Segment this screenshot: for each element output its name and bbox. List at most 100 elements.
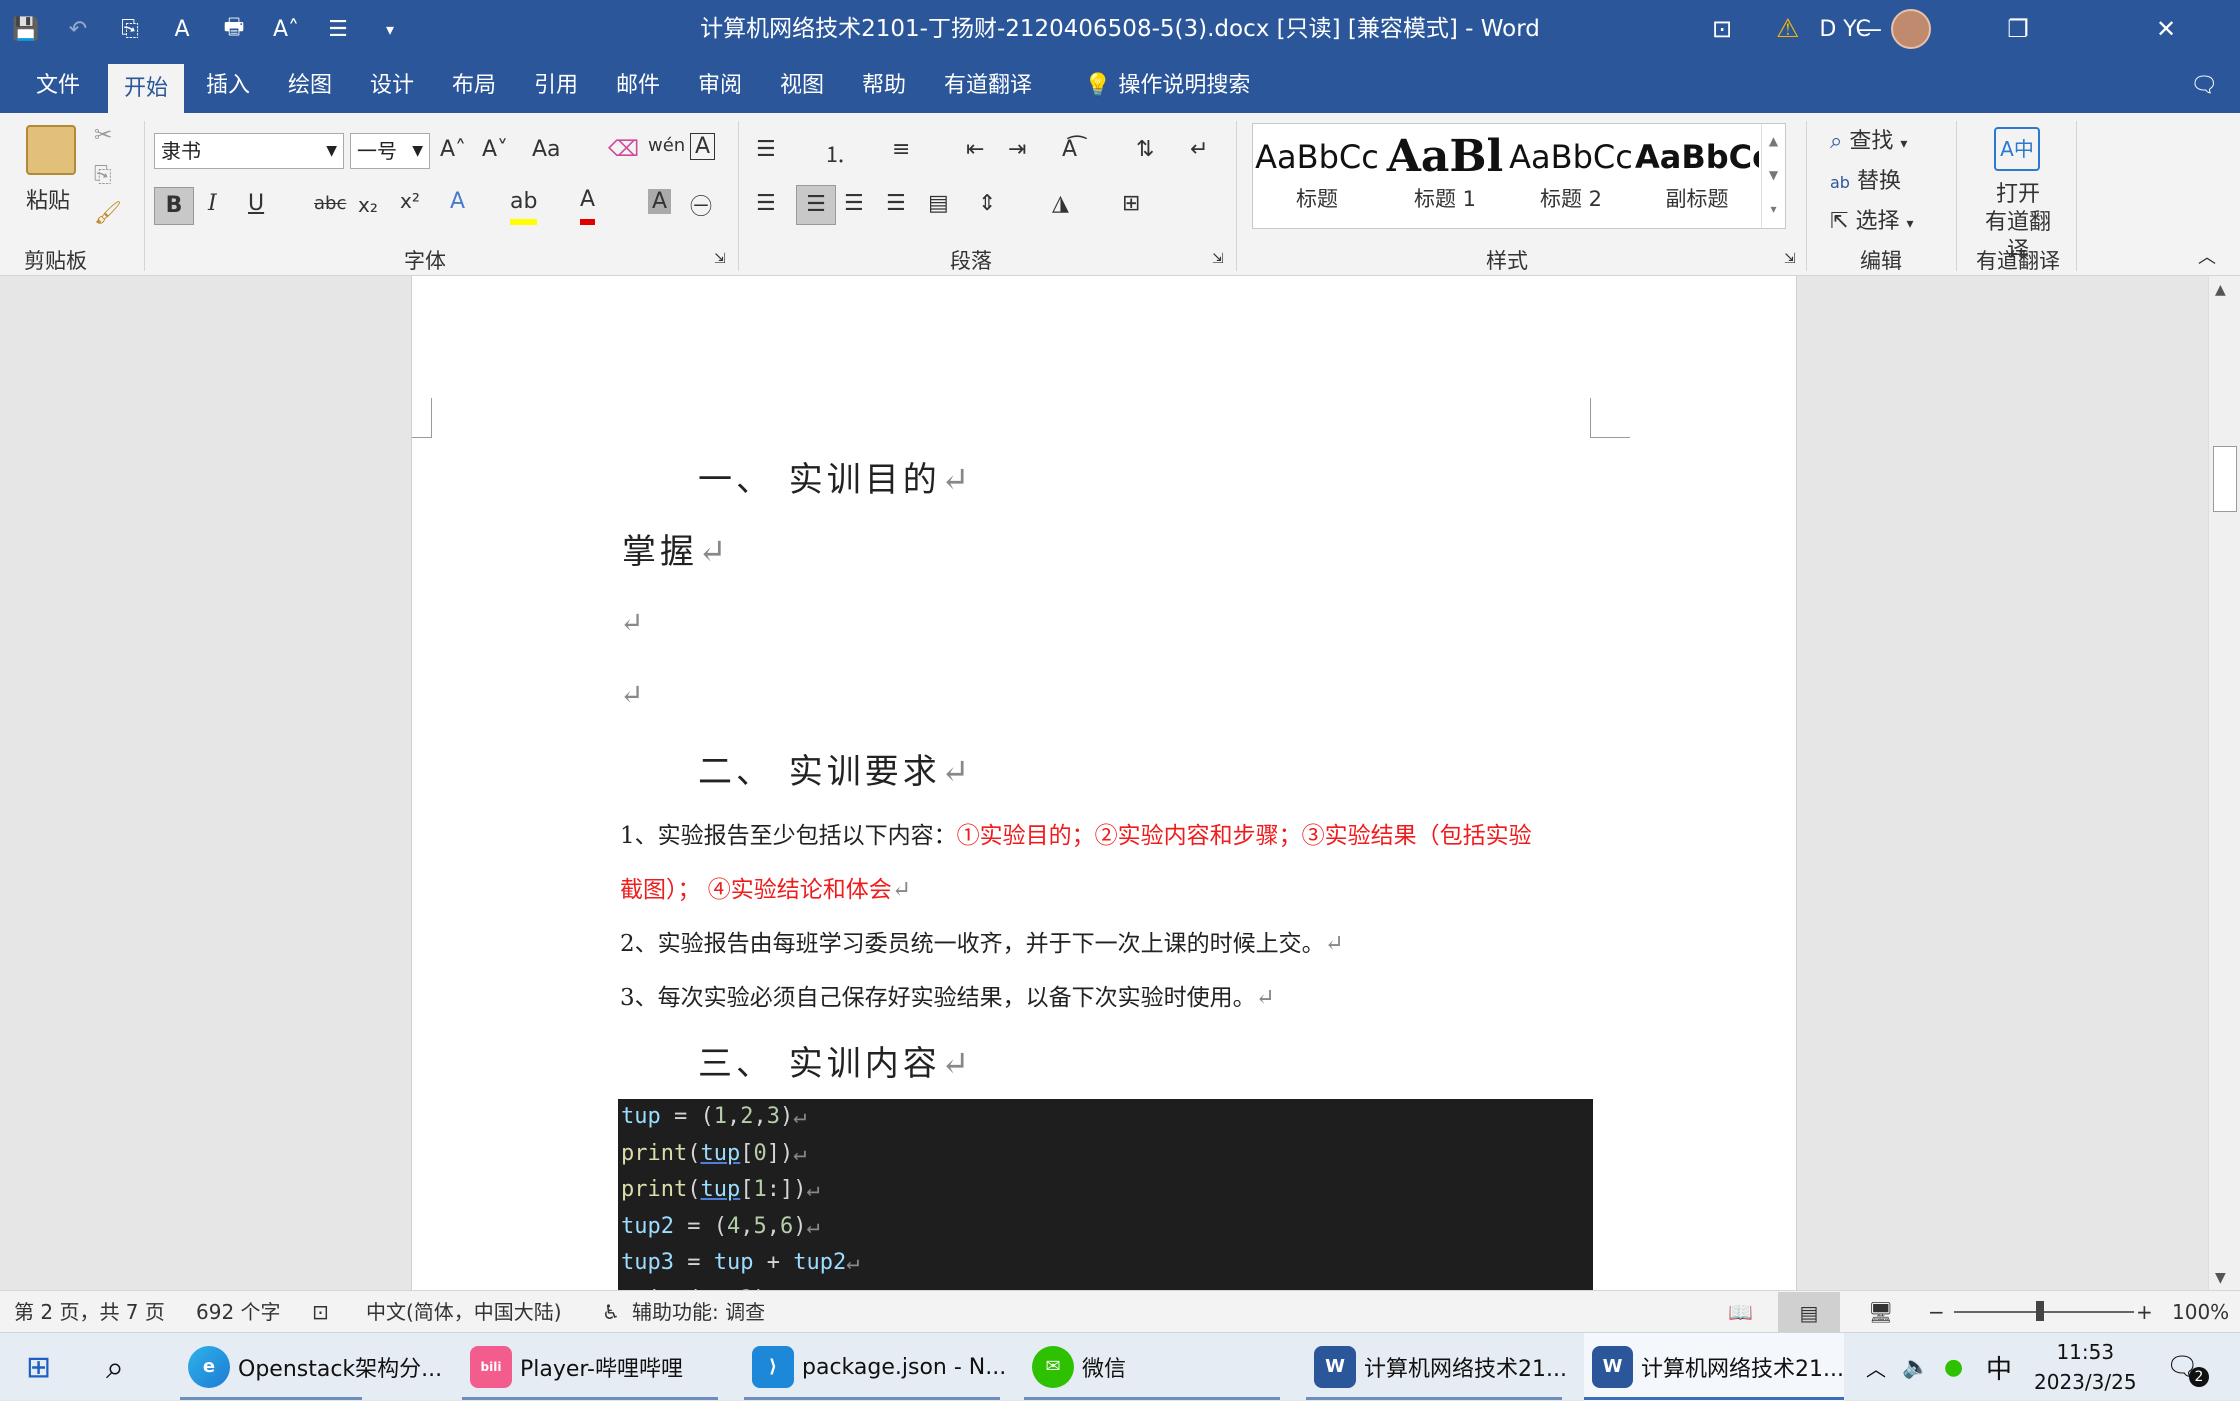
font-dialog-launcher-icon[interactable]: ⇲	[714, 251, 726, 267]
superscript-icon[interactable]: x²	[400, 189, 420, 213]
undo-icon[interactable]: ↶	[52, 17, 104, 42]
taskbar-app-word-1[interactable]: W 计算机网络技术21...	[1314, 1333, 1567, 1401]
requirement-1[interactable]: 1、实验报告至少包括以下内容：①实验目的；②实验内容和步骤；③实验结果（包括实验	[620, 816, 1532, 850]
tab-layout[interactable]: 布局	[436, 58, 512, 113]
decrease-indent-icon[interactable]: ⇤	[966, 137, 984, 162]
style-title[interactable]: AaBbCc 标题	[1255, 124, 1379, 228]
volume-icon[interactable]: 🔈	[1902, 1333, 1929, 1401]
increase-indent-icon[interactable]: ⇥	[1008, 137, 1026, 162]
borders-icon[interactable]: ⊞	[1122, 191, 1140, 216]
paste-button[interactable]: 粘贴	[26, 183, 70, 215]
tab-references[interactable]: 引用	[518, 58, 594, 113]
page-count[interactable]: 第 2 页，共 7 页	[14, 1291, 165, 1333]
tray-overflow-icon[interactable]: ︿	[1866, 1333, 1886, 1401]
tab-design[interactable]: 设计	[354, 58, 430, 113]
font-shrink-icon[interactable]: A˅	[482, 137, 508, 162]
taskbar-app-vscode[interactable]: ⟩ package.json - N...	[752, 1333, 1006, 1401]
windows-start-icon[interactable]: ⊞	[26, 1333, 51, 1401]
replace-button[interactable]: ab 替换	[1830, 163, 1901, 195]
ribbon-display-icon[interactable]: ⊡	[1648, 0, 1796, 58]
ime-indicator[interactable]: 中	[1986, 1333, 2012, 1401]
print-layout-icon[interactable]: ▤	[1778, 1292, 1840, 1332]
char-border-icon[interactable]: A	[690, 133, 716, 160]
tab-youdao[interactable]: 有道翻译	[928, 58, 1048, 113]
change-case-button[interactable]: Aa	[532, 137, 561, 162]
font-grow-icon[interactable]: A˄	[440, 137, 466, 162]
font-size-box[interactable]: 一号 ▼	[350, 133, 430, 169]
scroll-up-icon[interactable]: ▲	[2215, 282, 2226, 298]
empty-paragraph[interactable]: ↵	[620, 606, 643, 639]
read-mode-icon[interactable]: 📖	[1728, 1291, 1753, 1333]
find-button[interactable]: ⌕ 查找 ▾	[1830, 123, 1907, 155]
heading-requirements[interactable]: 二、 实训要求↵	[698, 744, 973, 793]
taskbar-app-bilibili[interactable]: bili Player-哔哩哔哩	[470, 1333, 683, 1401]
clock[interactable]: 11:53 2023/3/25	[2034, 1333, 2137, 1401]
document-page[interactable]: 一、 实训目的↵ 掌握↵ ↵ ↵ 二、 实训要求↵ 1、实验报告至少包括以下内容…	[411, 276, 1797, 1290]
phonetic-guide-icon[interactable]: wén	[648, 135, 685, 156]
taskbar-app-edge[interactable]: e Openstack架构分...	[188, 1333, 442, 1401]
tab-review[interactable]: 审阅	[682, 58, 758, 113]
vertical-scrollbar[interactable]: ▲ ▼	[2208, 276, 2240, 1290]
tab-home[interactable]: 开始	[108, 64, 185, 113]
subscript-icon[interactable]: x₂	[358, 193, 378, 217]
requirement-1-cont[interactable]: 截图）； ④实验结论和体会↵	[620, 870, 911, 904]
print-icon[interactable]: 🖶	[208, 10, 260, 48]
wechat-tray-icon[interactable]: ●	[1944, 1333, 1963, 1401]
style-subtitle[interactable]: AaBbCc 副标题	[1635, 124, 1759, 228]
code-block[interactable]: tup = (1,2,3)↵ print(tup[0])↵ print(tup[…	[618, 1099, 1593, 1290]
collapse-ribbon-icon[interactable]: ︿	[2198, 243, 2216, 269]
accessibility-status[interactable]: 辅助功能: 调查	[632, 1291, 765, 1333]
line-master[interactable]: 掌握↵	[622, 524, 731, 573]
align-right-icon[interactable]: ☰	[844, 191, 864, 216]
show-marks-icon[interactable]: ↵	[1190, 137, 1208, 162]
requirement-3[interactable]: 3、每次实验必须自己保存好实验结果，以备下次实验时使用。↵	[620, 978, 1275, 1012]
customize-icon[interactable]: ▾	[364, 20, 416, 39]
select-button[interactable]: ⇱ 选择 ▾	[1830, 203, 1913, 235]
styles-dialog-launcher-icon[interactable]: ⇲	[1784, 251, 1796, 267]
heading-content[interactable]: 三、 实训内容↵	[698, 1036, 973, 1085]
tab-file[interactable]: 文件	[20, 58, 96, 113]
numbering-icon[interactable]: ⒈	[824, 137, 846, 169]
close-icon[interactable]: ✕	[2092, 0, 2240, 58]
heading-purpose[interactable]: 一、 实训目的↵	[698, 452, 973, 501]
line-spacing-icon[interactable]: ⇕	[978, 191, 996, 216]
bold-button[interactable]: B	[154, 187, 194, 225]
zoom-level[interactable]: 100%	[2172, 1291, 2229, 1333]
bullets-icon[interactable]: ☰	[756, 137, 776, 162]
minimize-icon[interactable]: —	[1796, 0, 1944, 58]
sort-icon[interactable]: ⇅	[1136, 137, 1154, 162]
tab-view[interactable]: 视图	[764, 58, 840, 113]
highlight-icon[interactable]: ab	[510, 189, 538, 225]
tab-mailings[interactable]: 邮件	[600, 58, 676, 113]
paragraph-dialog-launcher-icon[interactable]: ⇲	[1212, 251, 1224, 267]
font-color-icon[interactable]: A	[580, 187, 596, 225]
multilevel-list-icon[interactable]: ≡	[892, 137, 910, 162]
save-icon[interactable]: 💾	[0, 17, 52, 42]
empty-paragraph[interactable]: ↵	[620, 678, 643, 711]
italic-button[interactable]: I	[208, 191, 217, 216]
taskbar-app-word-2[interactable]: W 计算机网络技术21...	[1584, 1333, 1844, 1401]
font-grow-icon[interactable]: A˄	[260, 17, 312, 42]
underline-button[interactable]: U	[248, 191, 264, 216]
copy-icon[interactable]: ⎘	[94, 163, 112, 188]
paragraph-icon[interactable]: ☰	[312, 17, 364, 42]
tab-draw[interactable]: 绘图	[272, 58, 348, 113]
zoom-slider[interactable]	[1954, 1311, 2134, 1313]
word-count[interactable]: 692 个字	[196, 1291, 281, 1333]
scroll-down-icon[interactable]: ▼	[2215, 1270, 2226, 1286]
zoom-in-icon[interactable]: +	[2136, 1291, 2153, 1333]
tab-insert[interactable]: 插入	[190, 58, 266, 113]
justify-icon[interactable]: ☰	[886, 191, 906, 216]
language-status[interactable]: 中文(简体，中国大陆)	[366, 1291, 562, 1333]
paste-icon[interactable]	[26, 125, 76, 175]
notification-icon[interactable]: 🗨 2	[2166, 1333, 2210, 1401]
font-name-box[interactable]: 隶书 ▼	[154, 133, 344, 169]
font-icon[interactable]: A	[156, 17, 208, 42]
text-direction-icon[interactable]: A͡	[1062, 137, 1077, 162]
style-heading-2[interactable]: AaBbCc 标题 2	[1509, 124, 1633, 228]
tab-help[interactable]: 帮助	[846, 58, 922, 113]
distributed-icon[interactable]: ▤	[928, 191, 949, 216]
translate-icon[interactable]: A中	[1994, 127, 2040, 171]
comments-icon[interactable]: 🗨	[2174, 58, 2234, 113]
taskbar-app-wechat[interactable]: ✉ 微信	[1032, 1333, 1126, 1401]
